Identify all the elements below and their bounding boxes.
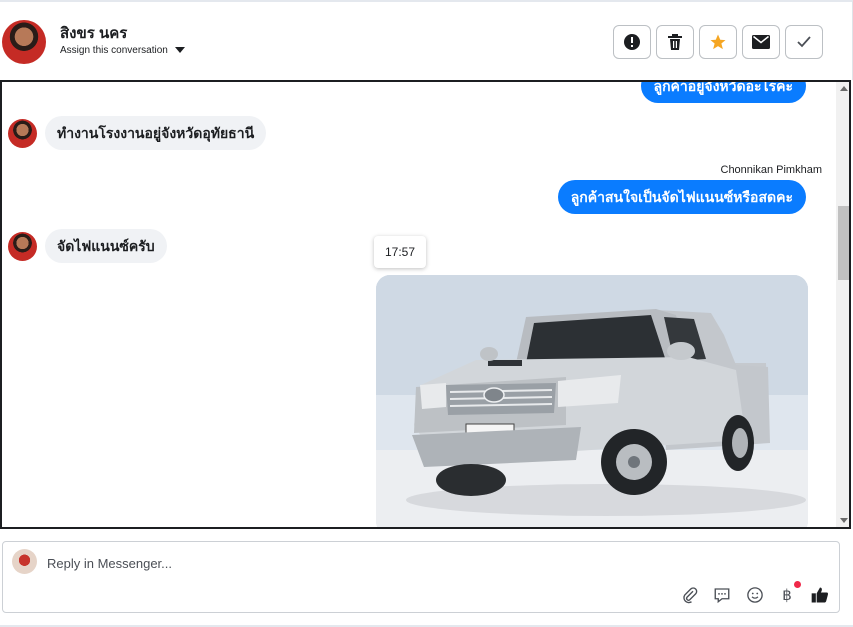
- conversation-header: สิงขร นคร Assign this conversation: [0, 0, 853, 80]
- outgoing-message[interactable]: ลูกค้าอยู่จังหวัดอะไรคะ: [640, 82, 806, 103]
- delete-button[interactable]: [656, 25, 694, 59]
- reply-input[interactable]: [47, 554, 447, 572]
- incoming-message[interactable]: ทำงานโรงงานอยู่จังหวัดอุทัยธานี: [45, 116, 267, 150]
- mark-spam-button[interactable]: [613, 25, 651, 59]
- trash-icon: [668, 34, 682, 50]
- chat-bubble-icon: [714, 588, 730, 604]
- pickup-truck-photo: กจ 5073: [376, 275, 808, 527]
- thumbs-up-icon: [811, 587, 828, 603]
- chevron-down-icon[interactable]: [175, 47, 185, 53]
- scrollbar-thumb[interactable]: [838, 206, 849, 280]
- scrollbar[interactable]: [836, 82, 849, 527]
- scroll-up-arrow-icon[interactable]: [840, 86, 848, 91]
- mark-done-button[interactable]: [785, 25, 823, 59]
- sender-name: Chonnikan Pimkham: [720, 164, 823, 176]
- contact-avatar[interactable]: [2, 20, 46, 64]
- star-icon: [710, 34, 726, 50]
- exclamation-icon: [624, 34, 640, 50]
- emoji-button[interactable]: [744, 584, 766, 606]
- reply-composer: ฿: [2, 541, 840, 613]
- mark-unread-button[interactable]: [742, 25, 780, 59]
- star-button[interactable]: [699, 25, 737, 59]
- image-attachment[interactable]: กจ 5073: [376, 275, 808, 527]
- composer-area: ฿: [0, 529, 853, 627]
- contact-avatar-small: [8, 232, 37, 261]
- page-avatar: [12, 549, 37, 574]
- smiley-icon: [747, 587, 763, 603]
- incoming-message[interactable]: จัดไฟแนนซ์ครับ: [45, 229, 167, 263]
- checkmark-icon: [797, 36, 811, 48]
- contact-name[interactable]: สิงขร นคร: [60, 21, 127, 45]
- notification-dot: [794, 581, 801, 588]
- outgoing-message[interactable]: ลูกค้าสนใจเป็นจัดไฟแนนซ์หรือสดคะ: [557, 180, 806, 214]
- envelope-icon: [752, 35, 770, 49]
- baht-icon: ฿: [782, 587, 792, 604]
- timestamp-tooltip: 17:57: [374, 236, 426, 268]
- message-thread[interactable]: ลูกค้าอยู่จังหวัดอะไรคะ ทำงานโรงงานอยู่จ…: [0, 80, 851, 529]
- contact-avatar-small: [8, 119, 37, 148]
- attach-button[interactable]: [679, 584, 701, 606]
- paperclip-icon: [683, 587, 698, 604]
- scroll-down-arrow-icon[interactable]: [840, 518, 848, 523]
- saved-replies-button[interactable]: [711, 584, 733, 606]
- like-button[interactable]: [809, 584, 831, 606]
- assign-conversation-link[interactable]: Assign this conversation: [60, 45, 168, 56]
